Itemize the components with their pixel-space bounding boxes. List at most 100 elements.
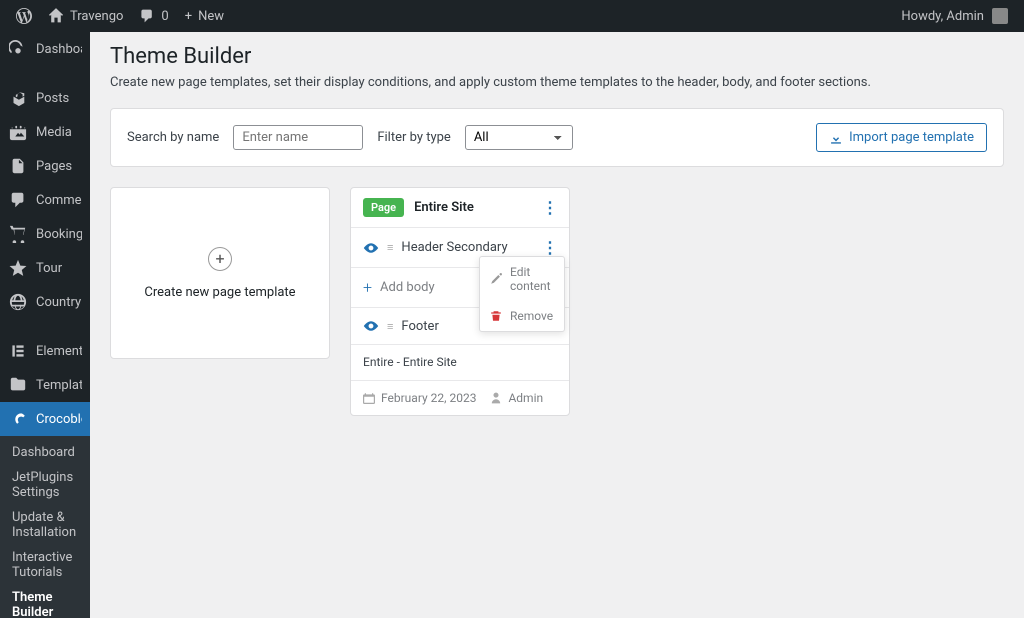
filter-label: Filter by type — [377, 130, 451, 145]
type-badge: Page — [363, 198, 404, 217]
calendar-icon — [363, 392, 375, 404]
page-description: Create new page templates, set their dis… — [110, 75, 1004, 90]
dashboard-icon — [8, 39, 28, 59]
admin-top-bar: Travengo 0 + New Howdy, Admin — [0, 0, 1024, 32]
card-header: Page Entire Site ⋮ — [351, 188, 569, 228]
menu-label: Booking Order — [36, 227, 82, 242]
star-icon — [8, 258, 28, 278]
globe-icon — [8, 292, 28, 312]
author-text: Admin — [508, 391, 543, 405]
menu-label: Tour — [36, 261, 62, 276]
import-label: Import page template — [849, 130, 974, 145]
menu-comments[interactable]: Comments — [0, 183, 90, 217]
user-icon — [490, 392, 502, 404]
filter-toolbar: Search by name Filter by type All Import… — [110, 108, 1004, 167]
cart-icon — [8, 224, 28, 244]
avatar — [992, 8, 1008, 24]
home-icon — [48, 8, 64, 24]
wp-logo[interactable] — [8, 0, 40, 32]
visibility-icon — [363, 318, 379, 334]
menu-dashboard[interactable]: Dashboard — [0, 32, 90, 66]
submenu-tutorials[interactable]: Interactive Tutorials — [0, 545, 90, 585]
menu-crocoblock[interactable]: Crocoblock — [0, 402, 90, 436]
main-content: Theme Builder Create new page templates,… — [90, 32, 1024, 618]
new-label: New — [198, 9, 224, 24]
card-title: Entire Site — [414, 200, 474, 215]
site-name: Travengo — [70, 9, 123, 24]
card-meta: Entire - Entire Site — [351, 345, 569, 381]
menu-templates[interactable]: Templates — [0, 368, 90, 402]
import-button[interactable]: Import page template — [816, 123, 987, 152]
dropdown-edit[interactable]: Edit content — [480, 257, 564, 301]
type-select[interactable]: All — [465, 125, 573, 150]
dropdown-remove[interactable]: Remove — [480, 301, 564, 331]
page-title: Theme Builder — [110, 44, 1004, 69]
comment-icon — [8, 190, 28, 210]
section-row-header[interactable]: ≡ Header Secondary ⋮ Edit content Remove — [351, 228, 569, 268]
media-icon — [8, 122, 28, 142]
download-icon — [829, 131, 843, 145]
menu-label: Crocoblock — [36, 412, 82, 427]
add-label: Add body — [380, 280, 435, 295]
menu-pages[interactable]: Pages — [0, 149, 90, 183]
row-label: Header Secondary — [401, 240, 507, 255]
elementor-icon — [8, 341, 28, 361]
menu-elementor[interactable]: Elementor — [0, 334, 90, 368]
plus-icon: + — [363, 278, 372, 297]
submenu-update[interactable]: Update & Installation — [0, 505, 90, 545]
menu-country[interactable]: Country — [0, 285, 90, 319]
submenu-jetplugins[interactable]: JetPlugins Settings — [0, 465, 90, 505]
menu-label: Posts — [36, 91, 69, 106]
trash-icon — [490, 310, 502, 322]
card-footer: February 22, 2023 Admin — [351, 381, 569, 415]
menu-tour[interactable]: Tour — [0, 251, 90, 285]
author-item: Admin — [490, 391, 543, 405]
comments-link[interactable]: 0 — [131, 0, 176, 32]
comments-count: 0 — [161, 9, 168, 24]
submenu-dashboard[interactable]: Dashboard — [0, 440, 90, 465]
menu-posts[interactable]: Posts — [0, 81, 90, 115]
new-link[interactable]: + New — [177, 0, 232, 32]
date-item: February 22, 2023 — [363, 391, 476, 405]
create-label: Create new page template — [144, 285, 295, 300]
user-greeting[interactable]: Howdy, Admin — [893, 8, 1016, 24]
grip-icon: ≡ — [387, 320, 393, 333]
card-menu-button[interactable]: ⋮ — [542, 198, 557, 217]
search-input[interactable] — [233, 125, 363, 150]
pin-icon — [8, 88, 28, 108]
visibility-icon — [363, 240, 379, 256]
dropdown-remove-label: Remove — [510, 309, 553, 323]
submenu-theme-builder[interactable]: Theme Builder — [0, 585, 90, 618]
dropdown-edit-label: Edit content — [510, 265, 554, 293]
template-card: Page Entire Site ⋮ ≡ Header Secondary ⋮ … — [350, 187, 570, 416]
crocoblock-icon — [8, 409, 28, 429]
menu-label: Pages — [36, 159, 72, 174]
greeting-text: Howdy, Admin — [901, 9, 984, 24]
grip-icon: ≡ — [387, 241, 393, 254]
plus-icon: + — [208, 247, 232, 271]
row-dropdown: Edit content Remove — [479, 256, 565, 332]
comment-icon — [139, 8, 155, 24]
row-label: Footer — [401, 319, 438, 334]
menu-label: Dashboard — [36, 42, 82, 57]
create-template-card[interactable]: + Create new page template — [110, 187, 330, 359]
menu-label: Comments — [36, 193, 82, 208]
menu-label: Country — [36, 295, 81, 310]
search-label: Search by name — [127, 130, 219, 145]
menu-label: Elementor — [36, 344, 82, 359]
menu-label: Templates — [36, 378, 82, 393]
date-text: February 22, 2023 — [381, 391, 476, 405]
admin-sidebar: Dashboard Posts Media Pages Comments Boo… — [0, 32, 90, 618]
pencil-icon — [490, 273, 502, 285]
plus-icon: + — [185, 9, 192, 24]
menu-media[interactable]: Media — [0, 115, 90, 149]
condition-text: Entire - Entire Site — [363, 355, 457, 369]
menu-label: Media — [36, 125, 72, 140]
page-icon — [8, 156, 28, 176]
folder-icon — [8, 375, 28, 395]
row-menu-button[interactable]: ⋮ — [542, 238, 557, 257]
wordpress-icon — [16, 8, 32, 24]
submenu-crocoblock: Dashboard JetPlugins Settings Update & I… — [0, 436, 90, 618]
menu-booking-order[interactable]: Booking Order — [0, 217, 90, 251]
site-name-link[interactable]: Travengo — [40, 0, 131, 32]
